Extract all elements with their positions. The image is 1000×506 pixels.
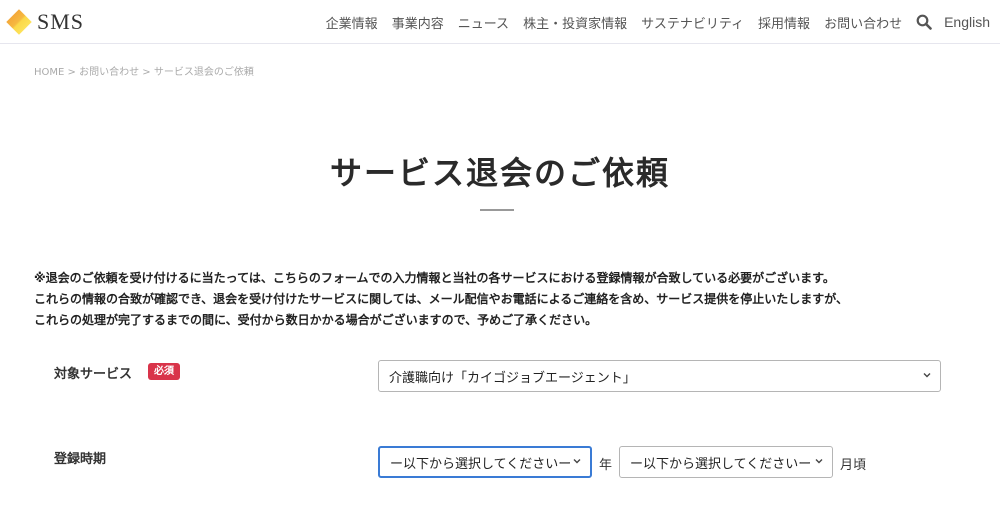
breadcrumb-home[interactable]: HOME bbox=[34, 67, 64, 78]
notice-text: ※退会のご依頼を受け付けるに当たっては、こちらのフォームでの入力情報と当社の各サ… bbox=[34, 268, 848, 331]
registration-period-label: 登録時期 bbox=[54, 452, 107, 467]
service-select[interactable]: 介護職向け「カイゴジョブエージェント」 bbox=[378, 360, 941, 392]
search-icon[interactable] bbox=[916, 14, 932, 30]
nav-item-investors[interactable]: 株主・投資家情報 bbox=[523, 13, 627, 32]
required-badge: 必須 bbox=[148, 363, 180, 380]
breadcrumb-current: サービス退会のご依頼 bbox=[153, 67, 254, 78]
month-select-value: ー以下から選択してくださいー bbox=[630, 456, 812, 472]
service-label: 対象サービス bbox=[54, 367, 133, 382]
month-select[interactable]: ー以下から選択してくださいー bbox=[619, 446, 833, 478]
nav-item-contact[interactable]: お問い合わせ bbox=[824, 13, 902, 32]
notice-line: これらの情報の合致が確認でき、退会を受け付けたサービスに関しては、メール配信やお… bbox=[34, 292, 848, 306]
service-select-value: 介護職向け「カイゴジョブエージェント」 bbox=[389, 370, 636, 386]
logo-diamond-icon bbox=[6, 9, 32, 35]
year-unit: 年 bbox=[599, 458, 613, 473]
year-select[interactable]: ー以下から選択してくださいー bbox=[378, 446, 592, 478]
month-unit: 月頃 bbox=[840, 458, 867, 473]
chevron-down-icon bbox=[815, 459, 823, 464]
notice-line: ※退会のご依頼を受け付けるに当たっては、こちらのフォームでの入力情報と当社の各サ… bbox=[34, 271, 835, 285]
language-english-link[interactable]: English bbox=[944, 14, 990, 30]
site-header: SMS 企業情報 事業内容 ニュース 株主・投資家情報 サステナビリティ 採用情… bbox=[0, 0, 1000, 44]
site-logo[interactable]: SMS bbox=[6, 8, 84, 36]
nav-item-recruit[interactable]: 採用情報 bbox=[758, 13, 810, 32]
logo-text: SMS bbox=[37, 9, 85, 34]
nav-item-business[interactable]: 事業内容 bbox=[392, 13, 444, 32]
breadcrumb: HOME > お問い合わせ > サービス退会のご依頼 bbox=[34, 63, 254, 78]
nav-item-sustainability[interactable]: サステナビリティ bbox=[641, 13, 744, 32]
chevron-down-icon bbox=[923, 373, 931, 378]
breadcrumb-separator: > bbox=[67, 67, 76, 78]
chevron-down-icon bbox=[573, 459, 581, 464]
title-divider bbox=[480, 209, 514, 211]
page-title: サービス退会のご依頼 bbox=[329, 154, 670, 192]
nav-item-news[interactable]: ニュース bbox=[458, 13, 509, 32]
year-select-value: ー以下から選択してくださいー bbox=[390, 456, 572, 472]
notice-line: これらの処理が完了するまでの間に、受付から数日かかる場合がございますので、予めご… bbox=[34, 313, 598, 327]
nav-item-company[interactable]: 企業情報 bbox=[326, 13, 378, 32]
breadcrumb-contact[interactable]: お問い合わせ bbox=[79, 67, 139, 78]
breadcrumb-separator: > bbox=[142, 67, 151, 78]
main-nav: 企業情報 事業内容 ニュース 株主・投資家情報 サステナビリティ 採用情報 お問… bbox=[312, 0, 990, 44]
